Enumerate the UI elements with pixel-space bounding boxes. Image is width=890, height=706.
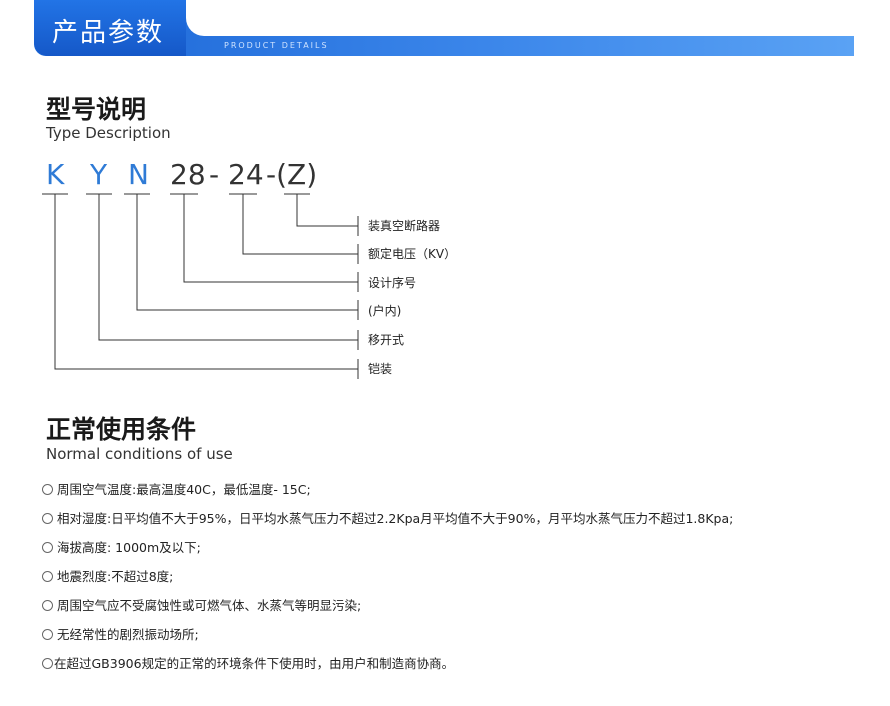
conditions-section-subtitle: Normal conditions of use	[46, 445, 233, 463]
desc-rated-voltage: 额定电压（KV）	[368, 247, 457, 261]
condition-item: 海拔高度: 1000m及以下;	[42, 537, 201, 556]
desc-withdrawable: 移开式	[368, 333, 405, 347]
conditions-section-title: 正常使用条件	[46, 415, 197, 444]
condition-item: 在超过GB3906规定的正常的环境条件下使用时，由用户和制造商协商。	[42, 653, 454, 672]
desc-indoor: (户内)	[368, 304, 402, 318]
desc-design-number: 设计序号	[368, 276, 417, 290]
desc-armored: 铠装	[368, 362, 393, 376]
bullet-circle-icon	[42, 542, 53, 553]
condition-item: 周围空气应不受腐蚀性或可燃气体、水蒸气等明显污染;	[42, 595, 361, 614]
condition-item: 无经常性的剧烈振动场所;	[42, 624, 199, 643]
bullet-circle-icon	[42, 571, 53, 582]
bullet-circle-icon	[42, 513, 53, 524]
bullet-circle-icon	[42, 629, 53, 640]
bullet-circle-icon	[42, 600, 53, 611]
bullet-circle-icon	[42, 484, 53, 495]
bullet-circle-icon	[42, 658, 53, 669]
desc-vacuum-breaker: 装真空断路器	[368, 219, 441, 233]
condition-item: 相对湿度:日平均值不大于95%，日平均水蒸气压力不超过2.2Kpa月平均值不大于…	[42, 508, 733, 527]
condition-item: 地震烈度:不超过8度;	[42, 566, 173, 585]
condition-item: 周围空气温度:最高温度40C，最低温度- 15C;	[42, 479, 311, 498]
